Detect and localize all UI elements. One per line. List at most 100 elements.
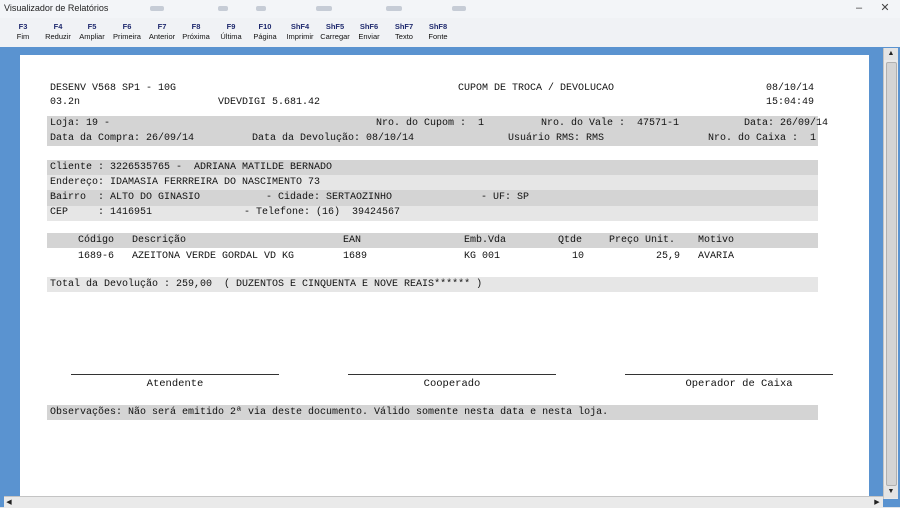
- minimize-button[interactable]: –: [846, 0, 872, 17]
- loja-field: Loja: 19 -: [50, 118, 111, 129]
- carregar-button[interactable]: ShF5 Carregar: [317, 19, 353, 46]
- item-ean: 1689: [343, 251, 368, 262]
- usuario-field: Usuário RMS: RMS: [508, 133, 605, 144]
- uf-field: - UF: SP: [481, 192, 530, 203]
- report-date: 08/10/14: [766, 83, 815, 94]
- window-title: Visualizador de Relatórios: [4, 3, 109, 13]
- toolbar-label: Próxima: [182, 32, 210, 41]
- scroll-left-icon[interactable]: ◀: [4, 497, 14, 508]
- ultima-button[interactable]: F9 Última: [213, 19, 249, 46]
- enviar-button[interactable]: ShF6 Enviar: [351, 19, 387, 46]
- anterior-button[interactable]: F7 Anterior: [144, 19, 180, 46]
- vertical-scrollbar[interactable]: ▲ ▼: [883, 48, 898, 499]
- title-decoration: [452, 6, 466, 11]
- title-decoration: [316, 6, 332, 11]
- toolbar-key: F10: [258, 22, 272, 31]
- title-decoration: [218, 6, 228, 11]
- toolbar-label: Enviar: [358, 32, 380, 41]
- signature-line: [625, 374, 833, 375]
- signature-line: [71, 374, 279, 375]
- item-emb-vda: KG 001: [464, 251, 501, 262]
- title-decoration: [386, 6, 402, 11]
- toolbar-key: ShF4: [290, 22, 310, 31]
- texto-button[interactable]: ShF7 Texto: [386, 19, 422, 46]
- cooperado-label: Cooperado: [423, 378, 481, 390]
- nro-cupom-field: Nro. do Cupom : 1: [376, 118, 485, 129]
- col-preco-unit: Preço Unit.: [609, 235, 676, 246]
- scroll-down-icon[interactable]: ▼: [884, 486, 898, 498]
- scroll-right-icon[interactable]: ▶: [872, 497, 882, 508]
- toolbar-label: Texto: [395, 32, 413, 41]
- reduzir-button[interactable]: F4 Reduzir: [40, 19, 76, 46]
- toolbar-key: ShF8: [428, 22, 448, 31]
- cep-field: CEP : 1416951: [50, 207, 153, 218]
- toolbar-key: F9: [226, 22, 236, 31]
- title-decoration: [256, 6, 266, 11]
- horizontal-scrollbar[interactable]: ◀ ▶: [4, 496, 883, 508]
- operador-label: Operador de Caixa: [685, 378, 793, 390]
- cidade-field: - Cidade: SERTAOZINHO: [266, 192, 393, 203]
- item-preco: 25,9: [656, 251, 681, 262]
- vertical-scroll-thumb[interactable]: [886, 62, 897, 486]
- data-compra-field: Data da Compra: 26/09/14: [50, 133, 195, 144]
- toolbar-label: Página: [253, 32, 277, 41]
- endereco-field: Endereço: IDAMASIA FERRREIRA DO NASCIMEN…: [50, 177, 321, 188]
- col-ean: EAN: [343, 235, 362, 246]
- ampliar-button[interactable]: F5 Ampliar: [74, 19, 110, 46]
- col-codigo: Código: [78, 235, 115, 246]
- proxima-button[interactable]: F8 Próxima: [178, 19, 214, 46]
- total-devolucao: Total da Devolução : 259,00 ( DUZENTOS E…: [50, 279, 483, 290]
- toolbar-label: Carregar: [320, 32, 350, 41]
- title-decoration: [150, 6, 164, 11]
- toolbar-label: Última: [220, 32, 242, 41]
- customer-row-stripe: [47, 206, 818, 221]
- toolbar-label: Anterior: [148, 32, 176, 41]
- col-descricao: Descrição: [132, 235, 187, 246]
- toolbar-key: F6: [122, 22, 132, 31]
- toolbar-key: F3: [18, 22, 28, 31]
- report-time: 15:04:49: [766, 97, 815, 108]
- nro-vale-field: Nro. do Vale : 47571-1: [541, 118, 680, 129]
- data-field: Data: 26/09/14: [744, 118, 829, 129]
- toolbar: F3 Fim F4 Reduzir F5 Ampliar F6 Primeira F7 A…: [0, 18, 900, 48]
- toolbar-key: ShF5: [325, 22, 345, 31]
- data-devolucao-field: Data da Devolução: 08/10/14: [252, 133, 415, 144]
- toolbar-key: F4: [53, 22, 63, 31]
- scroll-up-icon[interactable]: ▲: [884, 48, 898, 60]
- toolbar-key: ShF6: [359, 22, 379, 31]
- report-title: CUPOM DE TROCA / DEVOLUCAO: [458, 83, 615, 94]
- toolbar-key: F5: [87, 22, 97, 31]
- primeira-button[interactable]: F6 Primeira: [109, 19, 145, 46]
- telefone-field: - Telefone: (16) 39424567: [244, 207, 401, 218]
- close-button[interactable]: ✕: [872, 0, 898, 17]
- item-codigo: 1689-6: [78, 251, 115, 262]
- nro-caixa-field: Nro. do Caixa : 1: [708, 133, 817, 144]
- bairro-field: Bairro : ALTO DO GINASIO: [50, 192, 201, 203]
- col-emb-vda: Emb.Vda: [464, 235, 507, 246]
- title-bar: Visualizador de Relatórios – ✕: [0, 0, 900, 19]
- report-program: VDEVDIGI 5.681.42: [218, 97, 321, 108]
- toolbar-label: Ampliar: [79, 32, 105, 41]
- observacoes-text: Observações: Não será emitido 2ª via des…: [50, 407, 609, 418]
- toolbar-label: Fonte: [428, 32, 448, 41]
- cliente-field: Cliente : 3226535765 - ADRIANA MATILDE B…: [50, 162, 333, 173]
- item-qtde: 10: [572, 251, 585, 262]
- imprimir-button[interactable]: ShF4 Imprimir: [282, 19, 318, 46]
- pagina-button[interactable]: F10 Página: [247, 19, 283, 46]
- col-qtde: Qtde: [558, 235, 583, 246]
- fim-button[interactable]: F3 Fim: [5, 19, 41, 46]
- toolbar-key: ShF7: [394, 22, 414, 31]
- toolbar-label: Primeira: [113, 32, 141, 41]
- signature-line: [348, 374, 556, 375]
- toolbar-label: Reduzir: [45, 32, 71, 41]
- toolbar-key: F8: [191, 22, 201, 31]
- item-motivo: AVARIA: [698, 251, 735, 262]
- report-version: 03.2n: [50, 97, 81, 108]
- fonte-button[interactable]: ShF8 Fonte: [420, 19, 456, 46]
- col-motivo: Motivo: [698, 235, 735, 246]
- toolbar-label: Fim: [16, 32, 30, 41]
- atendente-label: Atendente: [146, 378, 204, 390]
- item-descricao: AZEITONA VERDE GORDAL VD KG: [132, 251, 295, 262]
- report-system: DESENV V568 SP1 - 10G: [50, 83, 177, 94]
- toolbar-label: Imprimir: [286, 32, 314, 41]
